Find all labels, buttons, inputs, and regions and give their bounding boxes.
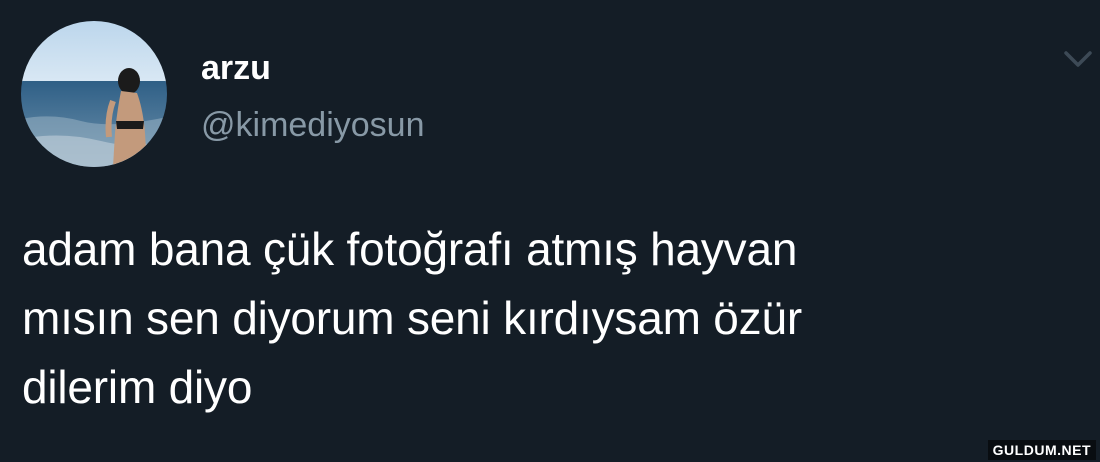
avatar[interactable] (21, 21, 167, 167)
tweet-text: adam bana çük fotoğrafı atmış hayvan mıs… (22, 223, 802, 413)
user-handle[interactable]: @kimediyosun (201, 104, 425, 146)
watermark: GULDUM.NET (987, 440, 1096, 460)
avatar-photo (21, 21, 167, 167)
chevron-down-icon[interactable] (1060, 45, 1096, 73)
display-name[interactable]: arzu (201, 47, 271, 89)
tweet-card: arzu @kimediyosun adam bana çük fotoğraf… (0, 0, 1100, 462)
